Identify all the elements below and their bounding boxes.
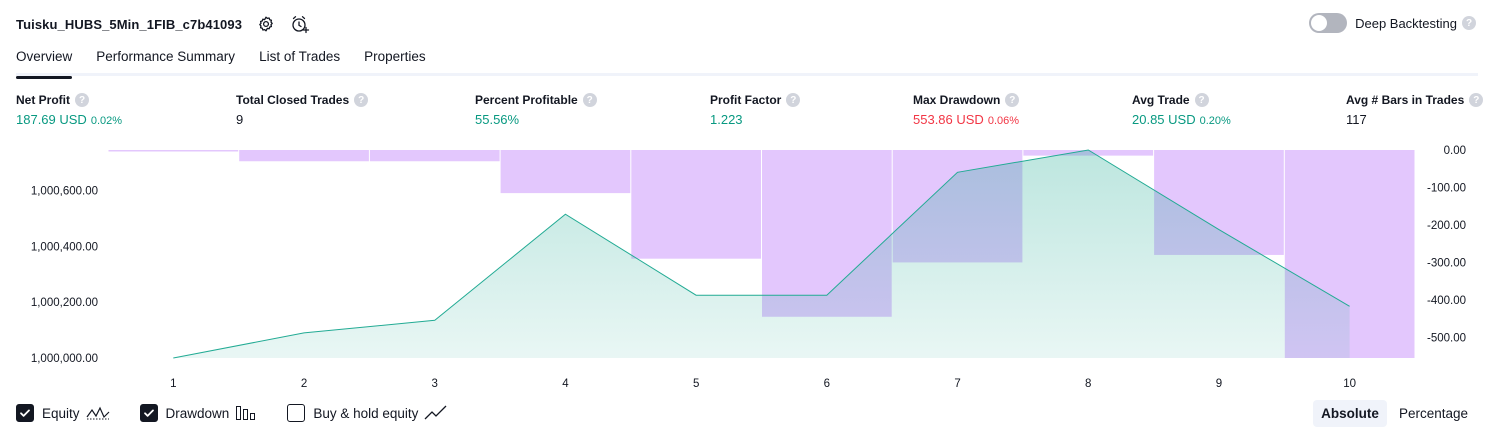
stat-label: Avg Trade	[1132, 93, 1190, 107]
x-axis-tick-label: 8	[1085, 378, 1091, 390]
info-icon[interactable]: ?	[582, 93, 597, 107]
info-icon[interactable]: ?	[786, 93, 801, 107]
stat-value: 55.56%	[475, 112, 520, 127]
tab-list-of-trades[interactable]: List of Trades	[259, 44, 340, 76]
stat-net-profit: Net Profit? 187.69 USD 0.02%	[16, 93, 122, 127]
left-axis-tick-label: 1,000,000.00	[31, 353, 98, 365]
report-tabs: Overview Performance Summary List of Tra…	[16, 44, 1478, 79]
stat-label: Max Drawdown	[913, 93, 1001, 107]
drawdown-bar	[369, 150, 500, 162]
left-axis-tick-label: 1,000,600.00	[31, 185, 98, 197]
x-axis: 1 2 3 4 5 6 7 8 9 10	[170, 378, 1356, 390]
buy-hold-equity-checkbox[interactable]	[287, 404, 306, 422]
left-axis-tick-label: 1,000,200.00	[31, 297, 98, 309]
chart-canvas: 1,000,000.00 1,000,200.00 1,000,400.00 1,00…	[31, 145, 1466, 390]
stat-value: 553.86 USD	[913, 112, 984, 127]
drawdown-bar	[239, 150, 369, 162]
add-alert-clock-icon[interactable]	[290, 14, 310, 34]
stat-avg-bars-in-trades: Avg # Bars in Trades? 117	[1346, 93, 1484, 127]
x-axis-tick-label: 9	[1216, 378, 1222, 390]
tab-properties[interactable]: Properties	[364, 44, 426, 76]
stat-value: 187.69 USD	[16, 112, 87, 127]
drawdown-checkbox[interactable]	[139, 404, 158, 422]
absolute-button[interactable]: Absolute	[1313, 400, 1387, 427]
help-icon[interactable]: ?	[1462, 16, 1476, 30]
legend-equity[interactable]: Equity	[16, 404, 110, 422]
right-axis-tick-label: 0.00	[1444, 145, 1466, 157]
drawdown-bar	[631, 150, 761, 259]
settings-gear-icon[interactable]	[256, 14, 276, 34]
buy-hold-line-icon	[424, 404, 448, 422]
equity-checkbox[interactable]	[16, 404, 34, 422]
x-axis-tick-label: 1	[170, 378, 176, 390]
deep-backtesting-toggle[interactable]	[1309, 13, 1348, 33]
stat-profit-factor: Profit Factor? 1.223	[710, 93, 801, 127]
right-axis-tick-label: -300.00	[1427, 257, 1466, 269]
stat-percent: 0.02%	[90, 115, 123, 127]
left-axis: 1,000,000.00 1,000,200.00 1,000,400.00 1,00…	[31, 185, 98, 365]
x-axis-tick-label: 7	[954, 378, 960, 390]
legend-drawdown[interactable]: Drawdown	[139, 404, 258, 422]
stat-percent: 0.20%	[1199, 115, 1231, 127]
x-axis-tick-label: 6	[824, 378, 830, 390]
stat-label: Percent Profitable	[475, 93, 578, 107]
value-mode-switch: Absolute Percentage	[1309, 400, 1476, 427]
deep-backtesting: Deep Backtesting ?	[1309, 13, 1476, 33]
legend-equity-label: Equity	[42, 405, 80, 421]
info-icon[interactable]: ?	[1469, 93, 1484, 107]
stat-label: Profit Factor	[710, 93, 782, 107]
percentage-button[interactable]: Percentage	[1391, 400, 1476, 427]
left-axis-tick-label: 1,000,400.00	[31, 241, 98, 253]
right-axis-tick-label: -200.00	[1427, 220, 1466, 232]
stat-value: 117	[1346, 112, 1367, 127]
drawdown-bar	[500, 150, 631, 194]
x-axis-tick-label: 2	[301, 378, 307, 390]
info-icon[interactable]: ?	[354, 93, 369, 107]
deep-backtesting-label: Deep Backtesting	[1355, 15, 1457, 31]
legend-drawdown-label: Drawdown	[165, 405, 230, 421]
right-axis-tick-label: -500.00	[1427, 332, 1466, 344]
x-axis-tick-label: 5	[693, 378, 699, 390]
stat-max-drawdown: Max Drawdown? 553.86 USD 0.06%	[913, 93, 1020, 127]
summary-stats: Net Profit? 187.69 USD 0.02% Total Closed…	[0, 93, 1494, 133]
x-axis-tick-label: 10	[1343, 378, 1356, 390]
legend-buy-hold-equity[interactable]: Buy & hold equity	[287, 404, 448, 422]
chart-legend: Equity Drawdown Buy & hold equity	[16, 404, 478, 422]
right-axis-tick-label: -400.00	[1427, 295, 1466, 307]
right-axis: 0.00 -100.00 -200.00 -300.00 -400.00 -500.00	[1427, 145, 1466, 344]
equity-drawdown-chart[interactable]: 1,000,000.00 1,000,200.00 1,000,400.00 1,00…	[0, 140, 1494, 395]
legend-buy-hold-label: Buy & hold equity	[313, 405, 419, 421]
stat-percent: 0.06%	[987, 115, 1020, 127]
info-icon[interactable]: ?	[75, 93, 89, 107]
stat-value: 9	[236, 112, 244, 127]
strategy-header: Tuisku_HUBS_5Min_1FIB_c7b41093	[16, 10, 310, 38]
stat-label: Total Closed Trades	[236, 93, 350, 107]
stat-value: 20.85 USD	[1132, 112, 1196, 127]
stat-label: Net Profit	[16, 93, 70, 107]
right-axis-tick-label: -100.00	[1427, 182, 1466, 194]
x-axis-tick-label: 4	[562, 378, 569, 390]
strategy-title: Tuisku_HUBS_5Min_1FIB_c7b41093	[16, 16, 243, 32]
stat-percent-profitable: Percent Profitable? 55.56%	[475, 93, 597, 127]
tab-overview[interactable]: Overview	[16, 44, 73, 79]
tab-performance-summary[interactable]: Performance Summary	[96, 44, 235, 76]
x-axis-tick-label: 3	[432, 378, 438, 390]
stat-total-closed-trades: Total Closed Trades? 9	[236, 93, 369, 127]
info-icon[interactable]: ?	[1194, 93, 1209, 107]
drawdown-bar	[108, 150, 239, 152]
equity-line-icon	[86, 404, 110, 422]
drawdown-bars-icon	[235, 404, 257, 422]
info-icon[interactable]: ?	[1005, 93, 1020, 107]
stat-label: Avg # Bars in Trades	[1346, 93, 1465, 107]
stat-value: 1.223	[710, 112, 743, 127]
stat-avg-trade: Avg Trade? 20.85 USD 0.20%	[1132, 93, 1231, 127]
